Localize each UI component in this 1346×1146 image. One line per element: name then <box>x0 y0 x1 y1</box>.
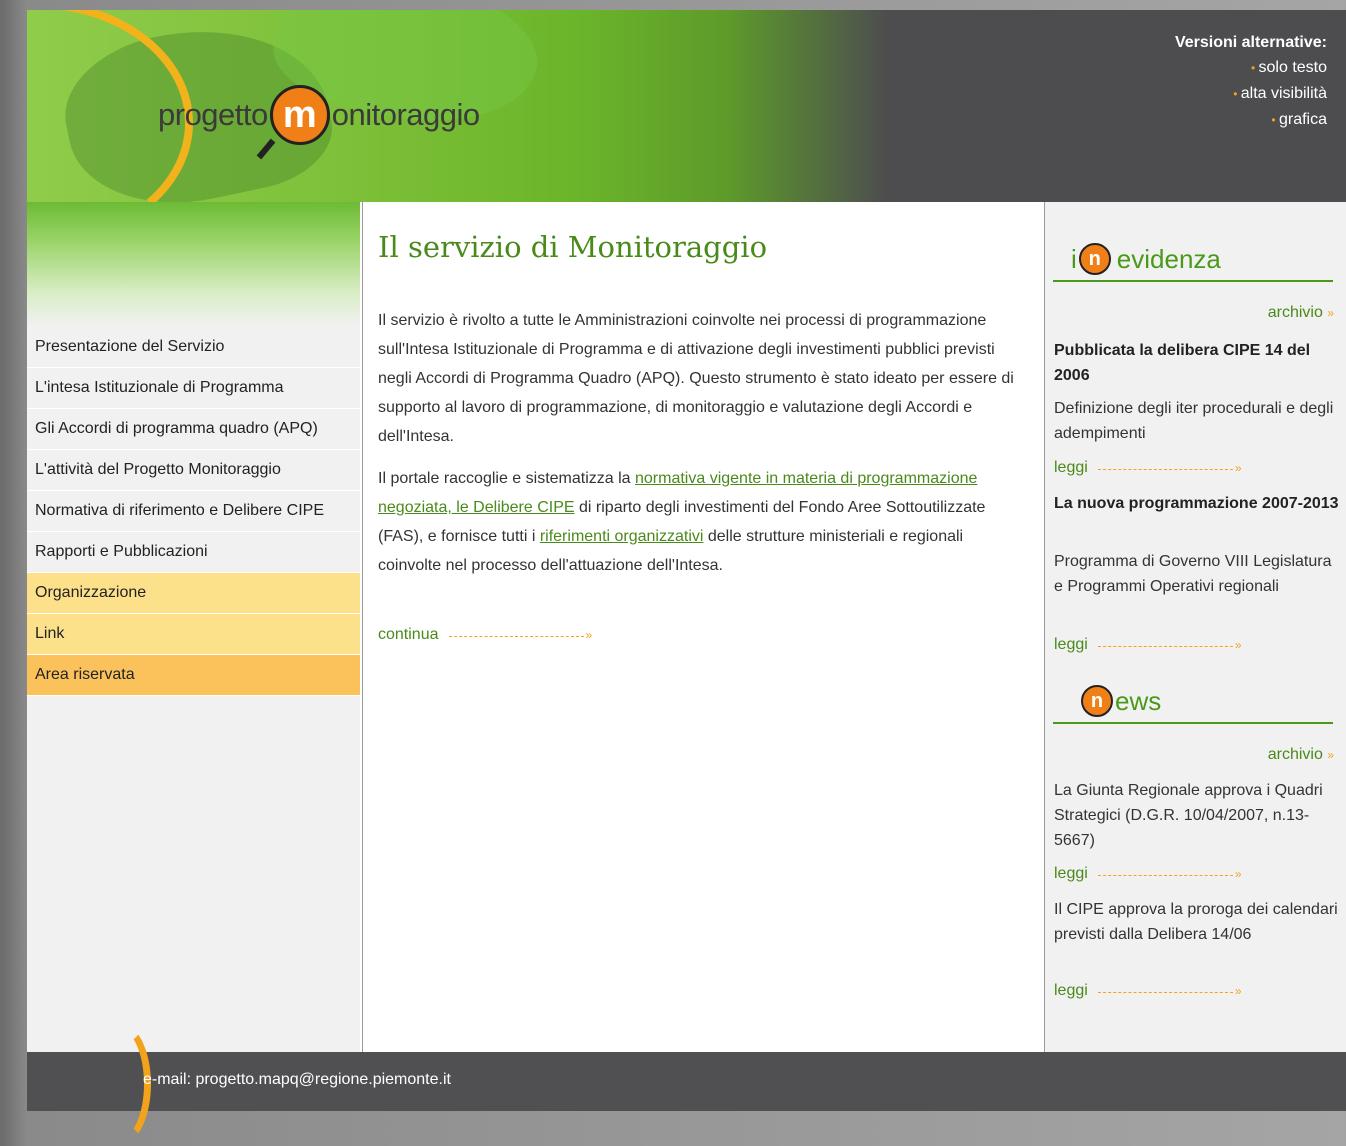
intro-paragraph: Il servizio è rivolto a tutte le Amminis… <box>378 312 1014 445</box>
evidenza-archivio-link[interactable]: archivio » <box>1268 304 1334 322</box>
second-paragraph: Il portale raccoglie e sistematizza la n… <box>378 464 1018 580</box>
nav-item-organizzazione[interactable]: Organizzazione <box>27 573 360 614</box>
double-arrow-icon: » <box>1234 867 1242 881</box>
logo-text-left: progetto <box>158 97 268 132</box>
archivio-label: archivio <box>1267 746 1323 763</box>
footer-email[interactable]: e-mail: progetto.mapq@regione.piemonte.i… <box>143 1071 451 1089</box>
double-arrow-icon: » <box>1234 461 1242 475</box>
nav-item-normativa[interactable]: Normativa di riferimento e Delibere CIPE <box>27 491 360 532</box>
archivio-label: archivio <box>1267 304 1323 321</box>
swirl-decoration <box>87 1022 151 1146</box>
nav-item-presentazione[interactable]: Presentazione del Servizio <box>27 327 360 368</box>
p2-text-a: Il portale raccoglie e sistematizza la <box>378 470 635 487</box>
left-sidebar: Presentazione del Servizio L'intesa Isti… <box>27 202 360 1052</box>
news-item-text[interactable]: La Giunta Regionale approva i Quadri Str… <box>1054 778 1339 853</box>
right-sidebar: i n evidenza archivio » Pubblicata la de… <box>1045 202 1346 1052</box>
evidenza-i: i <box>1071 243 1077 274</box>
leggi-link[interactable]: leggi » <box>1054 982 1242 1000</box>
alternative-versions: Versioni alternative: solo testo alta vi… <box>1175 30 1327 133</box>
leggi-label: leggi <box>1054 982 1088 999</box>
leggi-link[interactable]: leggi » <box>1054 636 1242 654</box>
dotted-line <box>1097 645 1233 647</box>
nav-item-area-riservata[interactable]: Area riservata <box>27 655 360 696</box>
sidebar-banner <box>27 202 360 327</box>
page: progetto m onitoraggio Versioni alternat… <box>27 10 1346 1146</box>
header: progetto m onitoraggio Versioni alternat… <box>27 10 1346 202</box>
dotted-line <box>1097 468 1233 470</box>
nav-item-intesa[interactable]: L'intesa Istituzionale di Programma <box>27 368 360 409</box>
news-header: n ews <box>1053 680 1333 724</box>
news-title: ews <box>1115 685 1162 716</box>
alt-link-grafica[interactable]: grafica <box>1175 107 1327 133</box>
alt-link-alta-visibilita[interactable]: alta visibilità <box>1175 81 1327 107</box>
magnifier-n-icon: n <box>1081 685 1113 717</box>
double-arrow-icon: » <box>585 628 593 642</box>
footer: e-mail: progetto.mapq@regione.piemonte.i… <box>27 1022 1346 1146</box>
alt-link-solo-testo[interactable]: solo testo <box>1175 55 1327 81</box>
double-arrow-icon: » <box>1327 306 1334 320</box>
news-archivio-link[interactable]: archivio » <box>1268 746 1334 764</box>
dotted-line <box>1097 874 1233 876</box>
logo-text-right: onitoraggio <box>331 97 480 132</box>
site-logo[interactable]: progetto m onitoraggio <box>158 80 480 150</box>
leggi-link[interactable]: leggi » <box>1054 865 1242 883</box>
riferimenti-link[interactable]: riferimenti organizzativi <box>540 528 704 545</box>
double-arrow-icon: » <box>1234 638 1242 652</box>
dotted-line <box>1097 991 1233 993</box>
double-arrow-icon: » <box>1327 748 1334 762</box>
evidenza-item-title[interactable]: Pubblicata la delibera CIPE 14 del 2006 <box>1054 338 1339 388</box>
evidenza-item-text: Definizione degli iter procedurali e deg… <box>1054 400 1334 442</box>
news-item-text[interactable]: Il CIPE approva la proroga dei calendari… <box>1054 897 1339 947</box>
page-title: Il servizio di Monitoraggio <box>378 230 768 264</box>
magnifier-m-icon: m <box>269 85 330 145</box>
leggi-link[interactable]: leggi » <box>1054 459 1242 477</box>
leggi-label: leggi <box>1054 865 1088 882</box>
double-arrow-icon: » <box>1234 984 1242 998</box>
evidenza-header: i n evidenza <box>1053 238 1333 282</box>
leggi-label: leggi <box>1054 459 1088 476</box>
nav-item-link[interactable]: Link <box>27 614 360 655</box>
nav-item-accordi[interactable]: Gli Accordi di programma quadro (APQ) <box>27 409 360 450</box>
evidenza-item-text: Programma di Governo VIII Legislatura e … <box>1054 553 1332 595</box>
evidenza-title: evidenza <box>1116 243 1221 274</box>
evidenza-item-title[interactable]: La nuova programmazione 2007-2013 <box>1054 491 1339 516</box>
dotted-line <box>448 635 584 637</box>
continua-link[interactable]: continua » <box>378 626 592 644</box>
main-content: Il servizio di Monitoraggio Il servizio … <box>362 202 1045 1052</box>
continua-label: continua <box>378 626 439 643</box>
magnifier-n-icon: n <box>1078 243 1111 275</box>
leggi-label: leggi <box>1054 636 1088 653</box>
alt-versions-title: Versioni alternative: <box>1174 34 1327 51</box>
nav-item-attivita[interactable]: L'attività del Progetto Monitoraggio <box>27 450 360 491</box>
nav-item-rapporti[interactable]: Rapporti e Pubblicazioni <box>27 532 360 573</box>
main-nav: Presentazione del Servizio L'intesa Isti… <box>27 327 360 696</box>
